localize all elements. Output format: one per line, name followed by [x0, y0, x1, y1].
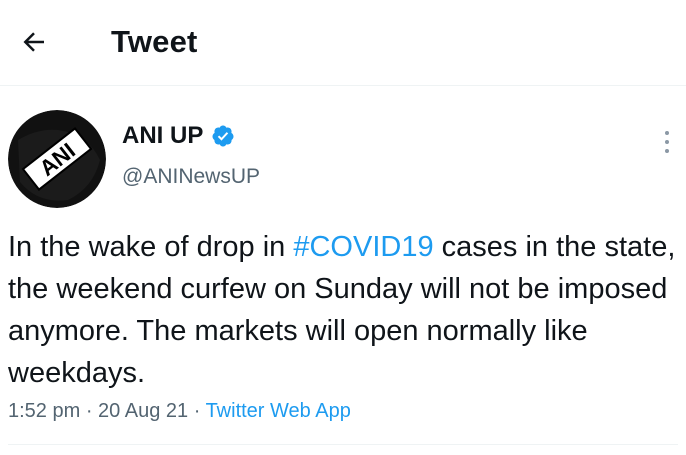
more-vertical-icon [665, 131, 669, 135]
page-title: Tweet [111, 24, 198, 59]
divider [8, 444, 678, 445]
more-vertical-icon-dot [665, 140, 669, 144]
tweet-text: In the wake of drop in #COVID19 cases in… [8, 226, 678, 394]
tweet-date[interactable]: 20 Aug 21 [98, 400, 188, 422]
ani-logo: ANI [8, 110, 106, 208]
avatar[interactable]: ANI [8, 110, 106, 208]
author-handle[interactable]: @ANINewsUP [122, 163, 260, 191]
hashtag-link[interactable]: #COVID19 [293, 231, 433, 263]
tweet-time[interactable]: 1:52 pm [8, 400, 80, 422]
meta-separator: · [188, 400, 206, 422]
arrow-left-icon [23, 32, 44, 52]
meta-separator: · [80, 400, 99, 422]
more-vertical-icon-dot [665, 149, 669, 153]
tweet-source-link[interactable]: Twitter Web App [206, 400, 351, 422]
back-button[interactable] [14, 22, 54, 62]
author-name-label: ANI UP [122, 122, 204, 149]
tweet-meta: 1:52 pm · 20 Aug 21 · Twitter Web App [8, 397, 351, 425]
top-bar: Tweet [0, 0, 686, 86]
more-options-button[interactable] [652, 122, 682, 162]
author-name[interactable]: ANI UP [122, 121, 235, 151]
tweet-text-start: In the wake of drop in [8, 231, 294, 263]
verified-badge-icon [212, 125, 234, 147]
